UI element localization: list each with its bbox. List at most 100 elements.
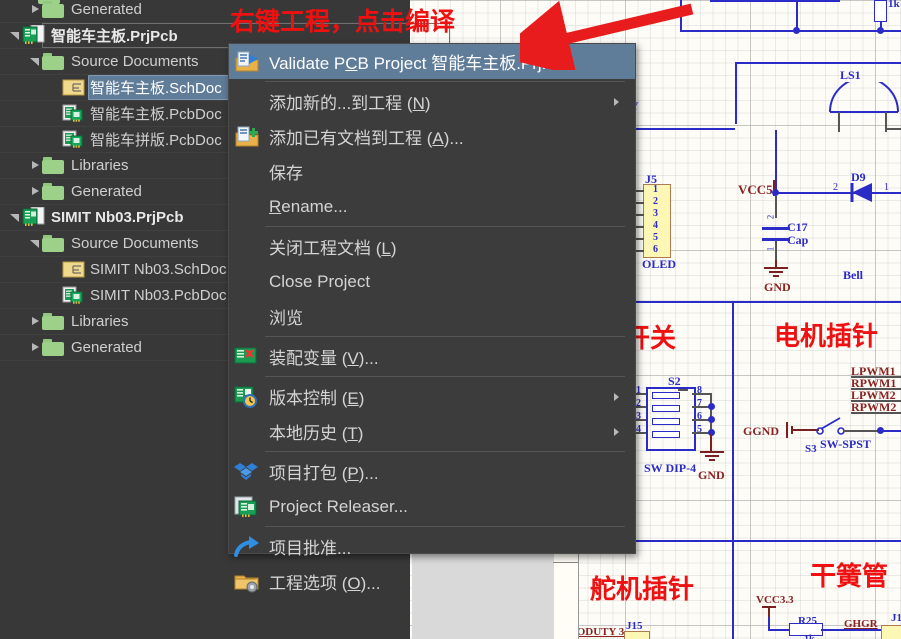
wire <box>851 376 901 378</box>
buzzer-symbol <box>829 82 899 113</box>
menu-item-label: 项目批准... <box>269 539 352 558</box>
menu-item[interactable]: 版本控制 (E) <box>229 379 635 414</box>
expander-expanded-icon[interactable] <box>8 212 22 222</box>
tree-item-label: Generated <box>71 338 142 356</box>
menu-separator <box>265 81 625 82</box>
comment-1k: 1k <box>804 634 815 639</box>
pcb-project-icon <box>22 206 48 227</box>
designator-j1: J1 <box>891 612 901 624</box>
menu-item-label: 添加新的...到工程 (N) <box>269 94 431 113</box>
schematic-document-icon <box>62 79 86 96</box>
pin-number: 6 <box>653 244 658 255</box>
expander-expanded-icon[interactable] <box>28 238 42 248</box>
designator-1k-top: 1k <box>888 0 900 10</box>
expander-collapsed-icon[interactable] <box>28 160 42 170</box>
menu-item-label: 关闭工程文档 (L) <box>269 239 397 258</box>
expander-expanded-icon[interactable] <box>8 30 22 40</box>
tree-item-label: Generated <box>71 0 142 18</box>
menu-item[interactable]: 添加新的...到工程 (N) <box>229 84 635 119</box>
share-arrow-icon <box>234 535 264 558</box>
menu-separator <box>265 526 625 527</box>
project-options-icon <box>234 571 264 593</box>
wire <box>678 389 688 391</box>
wire <box>885 128 901 130</box>
section-title-motor-header: 电机插针 <box>774 322 879 352</box>
pin-number: 3 <box>653 208 658 219</box>
dip-bar <box>652 418 680 425</box>
submenu-chevron-icon <box>614 392 619 401</box>
designator-bell: Bell <box>843 268 863 282</box>
pin-number-2: 2 <box>833 182 838 193</box>
menu-item[interactable]: 关闭工程文档 (L) <box>229 229 635 264</box>
menu-item[interactable]: 添加已有文档到工程 (A)... <box>229 119 635 154</box>
expander-collapsed-icon[interactable] <box>28 316 42 326</box>
folder-icon <box>42 312 66 330</box>
power-label-gnd: GND <box>698 468 725 482</box>
tree-item-label: 智能车拼版.PcbDoc <box>90 131 222 149</box>
wire <box>710 393 712 434</box>
annotation-arrow-icon <box>520 0 694 70</box>
tree-item-label: SIMIT Nb03.SchDoc <box>90 260 227 278</box>
folder-icon <box>42 156 66 174</box>
wire <box>768 629 790 631</box>
menu-item[interactable]: Project Releaser... <box>229 489 635 524</box>
menu-separator <box>265 226 625 227</box>
wire <box>735 62 737 124</box>
pin-number-1: 1 <box>765 246 776 252</box>
expander-collapsed-icon[interactable] <box>28 4 42 14</box>
schematic-document-icon <box>62 261 86 278</box>
dip-bar <box>652 392 680 399</box>
connector-j1-body <box>881 625 901 639</box>
tree-item-label: Generated <box>71 182 142 200</box>
wire-bus <box>732 301 734 541</box>
tree-item-label: 智能车主板.PcbDoc <box>90 105 222 123</box>
power-label-ggnd: GGND <box>743 424 779 438</box>
junction-dot <box>708 403 715 410</box>
pin-number: 4 <box>653 220 658 231</box>
menu-item-no-icon <box>234 161 264 183</box>
expander-collapsed-icon[interactable] <box>28 342 42 352</box>
pin-number: 5 <box>653 232 658 243</box>
menu-item[interactable]: 装配变量 (V)... <box>229 339 635 374</box>
menu-item-label: 保存 <box>269 164 303 183</box>
dropbox-icon <box>234 461 264 483</box>
menu-item-label: Rename... <box>269 196 348 216</box>
tree-item-label: 智能车主板.SchDoc <box>90 79 222 97</box>
expander-expanded-icon[interactable] <box>28 56 42 66</box>
pin-number: 1 <box>653 184 658 195</box>
menu-item[interactable]: Rename... <box>229 189 635 224</box>
wire <box>851 412 901 414</box>
resistor-r-top <box>874 0 887 22</box>
folder-icon <box>42 0 66 18</box>
version-control-icon <box>234 386 264 408</box>
gnd-symbol <box>764 267 788 277</box>
menu-item[interactable]: 保存 <box>229 154 635 189</box>
dip-bar <box>652 405 680 412</box>
menu-item[interactable]: Close Project <box>229 264 635 299</box>
project-context-menu[interactable]: Validate PCB Project 智能车主板.PrjPcb 添加新的...… <box>228 43 636 593</box>
folder-icon <box>42 338 66 356</box>
menu-item[interactable]: 工程选项 (O)... <box>229 564 635 599</box>
spst-switch-symbol <box>816 417 845 435</box>
menu-item-label: Project Releaser... <box>269 496 408 516</box>
folder-icon <box>42 234 66 252</box>
pin-number-1: 1 <box>884 182 889 193</box>
menu-item[interactable]: 项目打包 (P)... <box>229 454 635 489</box>
pcb-document-icon <box>62 104 86 122</box>
menu-item-no-icon <box>234 196 264 218</box>
expander-collapsed-icon[interactable] <box>28 186 42 196</box>
pin-number: 2 <box>653 196 658 207</box>
pcb-document-icon <box>62 130 86 148</box>
pin-number-2: 2 <box>765 214 776 220</box>
menu-separator <box>265 451 625 452</box>
menu-item-label: 添加已有文档到工程 (A)... <box>269 129 464 148</box>
menu-item[interactable]: 本地历史 (T) <box>229 414 635 449</box>
menu-item-label: 项目打包 (P)... <box>269 464 379 483</box>
menu-item[interactable]: 项目批准... <box>229 529 635 564</box>
folder-icon <box>42 182 66 200</box>
menu-item[interactable]: 浏览 <box>229 299 635 334</box>
menu-item-no-icon <box>234 91 264 113</box>
menu-separator <box>265 336 625 337</box>
power-label-vcc5: VCC5 <box>738 182 773 197</box>
menu-item-no-icon <box>234 306 264 328</box>
